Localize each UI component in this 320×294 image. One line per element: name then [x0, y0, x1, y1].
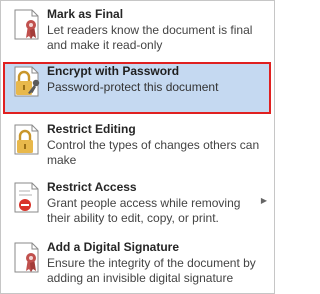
menu-item-description: Control the types of changes others can … [47, 138, 260, 167]
signature-ribbon-icon [10, 241, 44, 275]
menu-item-encrypt-with-password[interactable]: Encrypt with Password Password-protect t… [3, 62, 271, 114]
menu-item-description: Ensure the integrity of the document by … [47, 256, 256, 285]
menu-item-description: Let readers know the document is final a… [47, 23, 253, 52]
menu-item-description: Password-protect this document [47, 80, 219, 94]
menu-item-title: Encrypt with Password [47, 64, 180, 78]
menu-item-description: Grant people access while removing their… [47, 196, 241, 225]
menu-item-add-digital-signature[interactable]: Add a Digital Signature Ensure the integ… [3, 238, 271, 292]
menu-item-restrict-access[interactable]: Restrict Access Grant people access whil… [3, 178, 271, 234]
menu-item-restrict-editing[interactable]: Restrict Editing Control the types of ch… [3, 120, 271, 172]
lock-document-icon [10, 123, 44, 157]
menu-item-title: Restrict Editing [47, 122, 136, 136]
lock-key-icon [10, 65, 44, 99]
menu-item-title: Add a Digital Signature [47, 240, 180, 254]
ribbon-award-icon [10, 8, 44, 42]
menu-item-title: Restrict Access [47, 180, 137, 194]
menu-item-title: Mark as Final [47, 7, 124, 21]
protect-document-menu: Mark as Final Let readers know the docum… [0, 0, 275, 294]
submenu-arrow-icon: ▶ [260, 196, 267, 205]
restricted-document-icon [10, 181, 44, 215]
menu-item-mark-as-final[interactable]: Mark as Final Let readers know the docum… [3, 5, 271, 57]
